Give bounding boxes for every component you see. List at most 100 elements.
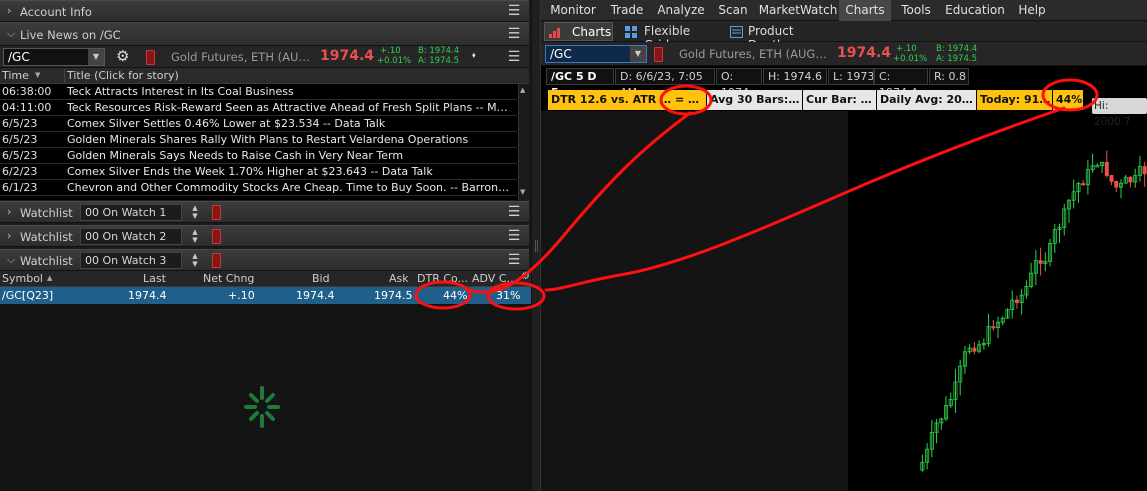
tab-charts[interactable]: Charts — [544, 22, 613, 41]
col-netchng[interactable]: Net Chng — [203, 272, 254, 285]
news-price: 1974.4 — [320, 48, 375, 64]
candle-body — [1081, 183, 1086, 186]
stepper-icon[interactable]: ▲ ▼ — [186, 252, 204, 269]
tab-flexible-grid[interactable]: Flexible Grid — [621, 22, 713, 52]
news-change: +.10 +0.01% — [377, 46, 412, 66]
chart-range: R: 0.8 — [929, 68, 969, 85]
dtr-percent: = 44% — [672, 90, 706, 110]
depth-icon — [730, 26, 743, 38]
chart-open: O: 1974 — [716, 68, 762, 99]
news-scrollbar[interactable]: ▲ ▼ — [518, 84, 529, 200]
link-icon[interactable] — [146, 50, 155, 65]
menu-icon[interactable]: ☰ — [503, 47, 525, 67]
tab-product-depth[interactable]: Product Depth — [726, 22, 830, 52]
watchlist-1-select[interactable]: 00 On Watch 1 — [80, 204, 182, 221]
stepper-icon[interactable]: ▲ ▼ — [186, 228, 204, 245]
menu-icon[interactable]: ☰ — [503, 202, 525, 222]
watch-table-body — [0, 304, 531, 491]
col-bid[interactable]: Bid — [312, 272, 330, 285]
avg-30-bars: Avg 30 Bars: 1,330 — [707, 90, 802, 110]
menu-monitor[interactable]: Monitor — [545, 0, 601, 21]
chevron-right-icon: › — [7, 4, 12, 17]
link-icon[interactable] — [212, 253, 221, 268]
row-dtr: 44% — [443, 289, 468, 302]
candle-body — [991, 326, 996, 329]
row-adv: 31% — [496, 289, 521, 302]
menu-education[interactable]: Education — [943, 0, 1007, 21]
live-news-header[interactable]: ⌵ Live News on /GC ☰ — [0, 22, 529, 46]
live-news-title: Live News on /GC — [20, 28, 121, 42]
col-title[interactable]: Title (Click for story) — [67, 69, 179, 82]
watchlist-1-header[interactable]: › Watchlist 00 On Watch 1 ▲ ▼ ☰ — [0, 201, 529, 223]
gear-icon[interactable]: ⚙ — [116, 47, 129, 65]
dropdown-arrow-icon[interactable]: ▼ — [88, 49, 104, 65]
col-time[interactable]: Time — [2, 69, 29, 82]
col-adv[interactable]: ADV Co... — [472, 272, 522, 285]
candle-body — [1114, 181, 1119, 188]
chart-close: C: 1974.4 — [874, 68, 928, 99]
chart-aggregation[interactable]: /GC 5 D 5m — [546, 68, 614, 99]
sort-up-icon: ▲ — [47, 274, 53, 282]
account-info-header[interactable]: › Account Info ☰ — [0, 0, 529, 22]
menu-charts[interactable]: Charts — [839, 0, 891, 21]
sort-down-icon: ▼ — [35, 71, 41, 79]
col-last[interactable]: Last — [143, 272, 166, 285]
list-item[interactable]: 6/5/23 Golden Minerals Shares Rally With … — [0, 132, 517, 148]
gear-icon[interactable]: ⚙ — [521, 271, 530, 282]
watchlist-1-title: Watchlist — [20, 206, 73, 220]
list-item[interactable]: 06:38:00 Teck Attracts Interest in Its Co… — [0, 84, 517, 100]
watchlist-2-header[interactable]: › Watchlist 00 On Watch 2 ▲ ▼ ☰ — [0, 225, 529, 247]
menu-scan[interactable]: Scan — [713, 0, 753, 21]
list-item[interactable]: 6/2/23 Comex Silver Ends the Week 1.70% H… — [0, 164, 517, 180]
candle-body — [1109, 175, 1114, 182]
panel-splitter[interactable] — [531, 0, 541, 491]
menu-help[interactable]: Help — [1013, 0, 1051, 21]
stepper-icon[interactable]: ▲ ▼ — [186, 204, 204, 221]
dropdown-arrow-icon[interactable]: ▼ — [630, 46, 646, 62]
list-item[interactable]: 6/1/23 Chevron and Other Commodity Stocks… — [0, 180, 517, 196]
col-ask[interactable]: Ask — [389, 272, 409, 285]
list-item[interactable]: 6/5/23 Comex Silver Settles 0.46% Lower a… — [0, 116, 517, 132]
col-symbol[interactable]: Symbol — [2, 272, 43, 285]
watchlist-3-title: Watchlist — [20, 254, 73, 268]
chart-date: D: 6/6/23, 7:05 AM — [615, 68, 715, 99]
watchlist-3-select[interactable]: 00 On Watch 3 — [80, 252, 182, 269]
menu-analyze[interactable]: Analyze — [653, 0, 709, 21]
top-menu-bar: Monitor Trade Analyze Scan MarketWatch C… — [541, 0, 1147, 21]
link-icon[interactable] — [212, 205, 221, 220]
tag-icon[interactable]: ⬪ — [472, 48, 476, 63]
chevron-right-icon: › — [7, 229, 12, 242]
account-info-title: Account Info — [20, 5, 92, 19]
chart-high: H: 1974.6 — [763, 68, 827, 85]
candle-body — [1014, 299, 1019, 304]
table-row[interactable]: /GC[Q23] 1974.4 +.10 1974.4 1974.5 44% 3… — [0, 287, 531, 304]
scroll-down-icon[interactable]: ▼ — [520, 188, 525, 196]
menu-marketwatch[interactable]: MarketWatch — [757, 0, 839, 21]
col-dtr[interactable]: DTR Co... — [417, 272, 469, 285]
menu-icon[interactable]: ☰ — [503, 226, 525, 246]
dtr-label: DTR 12.6 vs. ATR 28.6 — [548, 90, 672, 110]
scroll-up-icon[interactable]: ▲ — [520, 86, 525, 94]
row-netchng: +.10 — [228, 289, 255, 302]
grid-icon — [625, 26, 637, 38]
loading-spinner-icon — [244, 386, 280, 428]
row-last: 1974.4 — [128, 289, 167, 302]
watchlist-3-header[interactable]: ⌵ Watchlist 00 On Watch 3 ▲ ▼ ☰ — [0, 249, 529, 271]
news-symbol-description: Gold Futures, ETH (AUG... — [171, 50, 311, 64]
list-item[interactable]: 6/5/23 Golden Minerals Says Needs to Rais… — [0, 148, 517, 164]
list-item[interactable]: 04:11:00 Teck Resources Risk-Reward Seen … — [0, 100, 517, 116]
candlestick-chart — [920, 150, 1147, 472]
link-icon[interactable] — [212, 229, 221, 244]
menu-icon[interactable]: ☰ — [503, 1, 525, 21]
link-icon[interactable] — [654, 47, 663, 62]
menu-icon[interactable]: ☰ — [503, 24, 525, 44]
chart-bid-ask: B: 1974.4 A: 1974.5 — [936, 44, 978, 64]
news-table-header: Time ▼ Title (Click for story) — [0, 68, 529, 84]
watchlist-2-select[interactable]: 00 On Watch 2 — [80, 228, 182, 245]
menu-trade[interactable]: Trade — [605, 0, 649, 21]
menu-icon[interactable]: ☰ — [503, 250, 525, 270]
candle-body — [1104, 161, 1109, 176]
candle-body — [1128, 176, 1133, 183]
menu-tools[interactable]: Tools — [895, 0, 937, 21]
watch-table-header: Symbol ▲ Last Net Chng Bid Ask DTR Co...… — [0, 271, 531, 287]
